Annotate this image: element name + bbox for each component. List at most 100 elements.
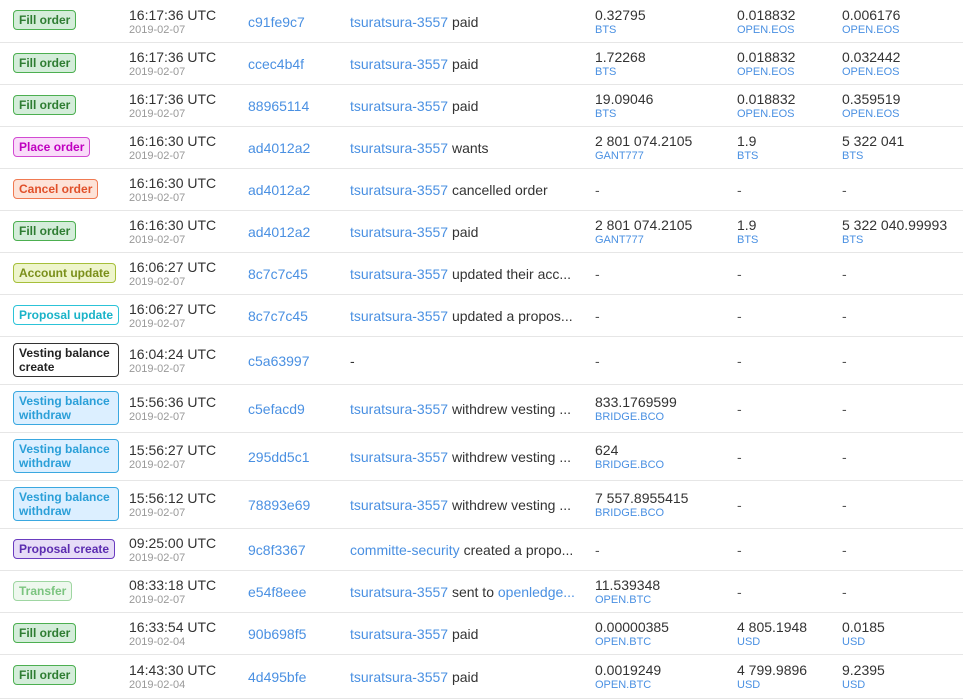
- amount-2-empty: -: [737, 584, 742, 600]
- account-link[interactable]: tsuratsura-3557: [350, 308, 448, 324]
- transaction-hash-link[interactable]: e54f8eee: [248, 584, 306, 600]
- timestamp-date: 2019-02-07: [129, 363, 186, 375]
- transaction-hash-link[interactable]: c5efacd9: [248, 401, 305, 417]
- account-link[interactable]: tsuratsura-3557: [350, 626, 448, 642]
- amount-2-value: 1.9: [737, 217, 757, 233]
- amount-1-asset-link[interactable]: BTS: [595, 24, 616, 36]
- operation-type-badge: Vesting balance withdraw: [13, 439, 119, 473]
- table-row: Fill order 16:33:54 UTC 2019-02-04 90b698f5…: [0, 613, 963, 655]
- transaction-hash-link[interactable]: ad4012a2: [248, 224, 310, 240]
- amount-1-asset-link[interactable]: BTS: [595, 66, 616, 78]
- amount-1-empty: -: [595, 266, 600, 282]
- description-text: cancelled order: [451, 182, 548, 198]
- account-link[interactable]: tsuratsura-3557: [350, 584, 448, 600]
- timestamp-time: 16:06:27 UTC: [129, 301, 217, 317]
- amount-3-value: 0.0185: [842, 619, 885, 635]
- account-link[interactable]: tsuratsura-3557: [350, 266, 448, 282]
- transaction-hash-link[interactable]: 4d495bfe: [248, 669, 306, 685]
- amount-1-value: 2 801 074.2105: [595, 217, 693, 233]
- description-text: updated a propos...: [451, 308, 573, 324]
- amount-1-asset-link[interactable]: BTS: [595, 108, 616, 120]
- amount-3-asset-link[interactable]: BTS: [842, 234, 863, 246]
- amount-1-asset-link[interactable]: BRIDGE.BCO: [595, 411, 664, 423]
- amount-3-empty: -: [842, 542, 847, 558]
- description-text: paid: [451, 56, 479, 72]
- amount-1-asset-link[interactable]: BRIDGE.BCO: [595, 507, 664, 519]
- account-link[interactable]: tsuratsura-3557: [350, 98, 448, 114]
- amount-1-value: 0.32795: [595, 6, 646, 23]
- description-text: wants: [451, 140, 489, 156]
- amount-2-asset-link[interactable]: USD: [737, 636, 760, 648]
- amount-2-value: 0.018832: [737, 6, 796, 23]
- amount-1-value: 624: [595, 442, 619, 458]
- transaction-hash-link[interactable]: 8c7c7c45: [248, 308, 308, 324]
- recipient-link[interactable]: openledge...: [498, 584, 575, 600]
- operation-description: committe-security created a propo...: [350, 542, 582, 558]
- account-link[interactable]: tsuratsura-3557: [350, 449, 448, 465]
- amount-3-asset-link[interactable]: OPEN.EOS: [842, 108, 899, 120]
- amount-1-asset-link[interactable]: OPEN.BTC: [595, 679, 651, 691]
- amount-3-asset-link[interactable]: USD: [842, 679, 865, 691]
- amount-2-empty: -: [737, 497, 742, 513]
- transaction-hash-link[interactable]: ad4012a2: [248, 182, 310, 198]
- amount-3-asset-link[interactable]: OPEN.EOS: [842, 66, 899, 78]
- description-text: sent to: [451, 584, 494, 600]
- transaction-hash-link[interactable]: 9c8f3367: [248, 542, 306, 558]
- timestamp-date: 2019-02-04: [129, 636, 186, 648]
- amount-2-value: 4 799.9896: [737, 662, 808, 678]
- account-link[interactable]: tsuratsura-3557: [350, 140, 448, 156]
- amount-3-asset-link[interactable]: OPEN.EOS: [842, 24, 899, 36]
- operation-type-badge: Fill order: [13, 10, 77, 30]
- amount-3-asset-link[interactable]: BTS: [842, 150, 863, 162]
- amount-1-value: 11.539348: [595, 577, 661, 593]
- timestamp-date: 2019-02-07: [129, 594, 186, 606]
- account-link[interactable]: tsuratsura-3557: [350, 56, 448, 72]
- table-row: Account update 16:06:27 UTC 2019-02-07 8c7c…: [0, 253, 963, 295]
- timestamp-time: 16:17:36 UTC: [129, 91, 217, 107]
- account-link[interactable]: tsuratsura-3557: [350, 182, 448, 198]
- operation-type-badge: Proposal update: [13, 305, 120, 325]
- operation-description: tsuratsura-3557 updated a propos...: [350, 308, 582, 324]
- amount-2-asset-link[interactable]: OPEN.EOS: [737, 108, 794, 120]
- amount-3-value: 9.2395: [842, 662, 885, 678]
- transaction-hash-link[interactable]: c5a63997: [248, 353, 310, 369]
- amount-1-asset-link[interactable]: OPEN.BTC: [595, 594, 651, 606]
- transaction-hash-link[interactable]: 78893e69: [248, 497, 310, 513]
- amount-1-asset-link[interactable]: GANT777: [595, 150, 644, 162]
- amount-2-asset-link[interactable]: OPEN.EOS: [737, 66, 794, 78]
- operation-type-badge: Cancel order: [13, 179, 99, 199]
- table-row: Fill order 16:17:36 UTC 2019-02-07 ccec4b4f…: [0, 43, 963, 85]
- amount-2-asset-link[interactable]: BTS: [737, 234, 758, 246]
- timestamp-time: 15:56:12 UTC: [129, 490, 217, 506]
- timestamp-date: 2019-02-07: [129, 150, 186, 162]
- amount-1-asset-link[interactable]: OPEN.BTC: [595, 636, 651, 648]
- amount-2-asset-link[interactable]: OPEN.EOS: [737, 24, 794, 36]
- operation-description: tsuratsura-3557 paid: [350, 224, 582, 240]
- timestamp-date: 2019-02-07: [129, 66, 186, 78]
- amount-2-asset-link[interactable]: USD: [737, 679, 760, 691]
- transaction-hash-link[interactable]: ccec4b4f: [248, 56, 304, 72]
- operation-type-badge: Fill order: [13, 665, 77, 685]
- description-text: paid: [451, 224, 479, 240]
- transaction-hash-link[interactable]: 295dd5c1: [248, 449, 310, 465]
- operation-description: tsuratsura-3557 withdrew vesting ...: [350, 449, 582, 465]
- timestamp-time: 15:56:36 UTC: [129, 394, 217, 410]
- account-link[interactable]: tsuratsura-3557: [350, 224, 448, 240]
- amount-3-asset-link[interactable]: USD: [842, 636, 865, 648]
- account-link[interactable]: tsuratsura-3557: [350, 497, 448, 513]
- amount-1-asset-link[interactable]: GANT777: [595, 234, 644, 246]
- account-link[interactable]: committe-security: [350, 542, 460, 558]
- transaction-hash-link[interactable]: 88965114: [248, 98, 309, 114]
- transaction-hash-link[interactable]: 90b698f5: [248, 626, 306, 642]
- transaction-hash-link[interactable]: c91fe9c7: [248, 14, 305, 30]
- account-link[interactable]: tsuratsura-3557: [350, 14, 448, 30]
- account-link[interactable]: tsuratsura-3557: [350, 669, 448, 685]
- table-row: Vesting balance withdraw 15:56:36 UTC 2019…: [0, 385, 963, 433]
- amount-1-asset-link[interactable]: BRIDGE.BCO: [595, 459, 664, 471]
- amount-1-value: 0.00000385: [595, 619, 669, 635]
- amount-2-asset-link[interactable]: BTS: [737, 150, 758, 162]
- transaction-hash-link[interactable]: 8c7c7c45: [248, 266, 308, 282]
- operation-description: tsuratsura-3557 sent to openledge...: [350, 584, 582, 600]
- transaction-hash-link[interactable]: ad4012a2: [248, 140, 310, 156]
- account-link[interactable]: tsuratsura-3557: [350, 401, 448, 417]
